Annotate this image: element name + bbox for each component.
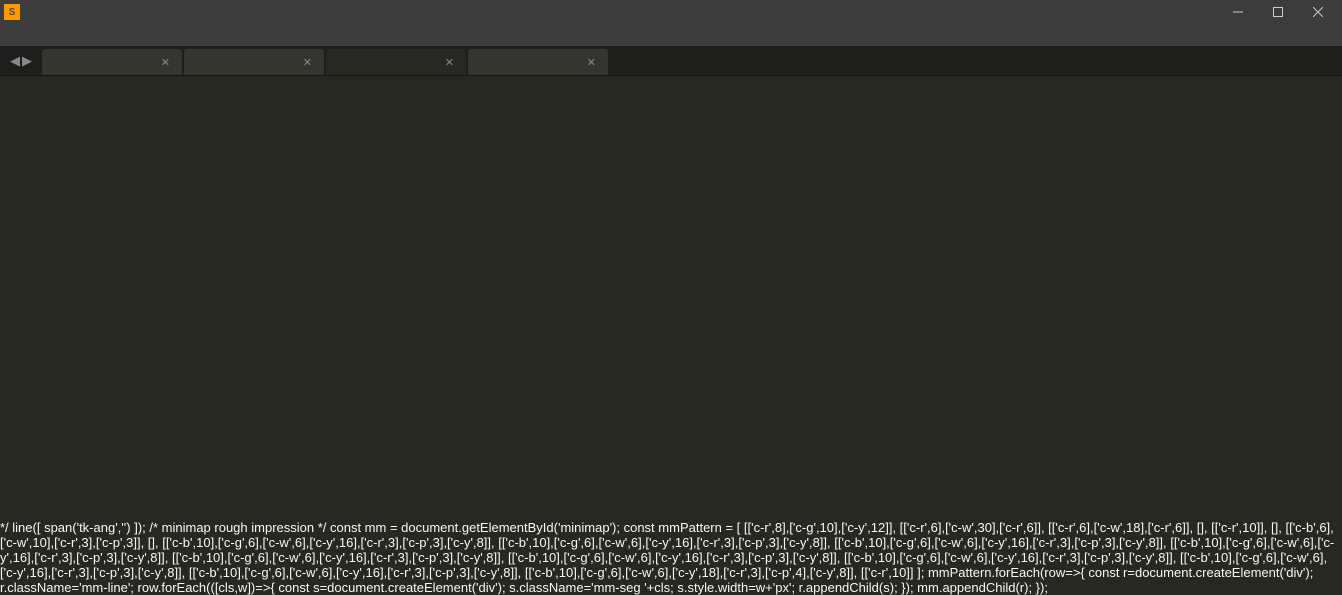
tab-ejercicio[interactable]: ✕ <box>326 49 466 75</box>
menu-goto[interactable] <box>84 33 100 37</box>
close-button[interactable] <box>1298 0 1338 24</box>
tab-close-icon[interactable]: ✕ <box>587 56 596 69</box>
minimap[interactable] <box>1232 76 1342 520</box>
tab-close-icon[interactable]: ✕ <box>161 56 170 69</box>
menu-edit[interactable] <box>20 33 36 37</box>
window-controls <box>1218 0 1338 24</box>
menu-selection[interactable] <box>36 33 52 37</box>
tab-calculo-consumo[interactable]: ✕ <box>468 49 608 75</box>
editor-area <box>0 76 1342 520</box>
menu-help[interactable] <box>148 33 164 37</box>
tab-programa[interactable]: ✕ <box>184 49 324 75</box>
menu-tools[interactable] <box>100 33 116 37</box>
tab-close-icon[interactable]: ✕ <box>445 56 454 69</box>
tab-close-icon[interactable]: ✕ <box>303 56 312 69</box>
tab-nav-arrows: ◀ ▶ <box>6 53 42 75</box>
menu-bar <box>0 24 1342 46</box>
minimize-button[interactable] <box>1218 0 1258 24</box>
app-icon: S <box>4 4 20 20</box>
line-number-gutter <box>0 76 28 520</box>
title-bar: S <box>0 0 1342 24</box>
menu-view[interactable] <box>68 33 84 37</box>
menu-file[interactable] <box>4 33 20 37</box>
menu-preferences[interactable] <box>132 33 148 37</box>
code-editor[interactable] <box>28 76 1232 520</box>
tab-nav-back-icon[interactable]: ◀ <box>10 53 20 69</box>
tab-primer-test[interactable]: ✕ <box>42 49 182 75</box>
menu-project[interactable] <box>116 33 132 37</box>
tab-bar: ◀ ▶ ✕ ✕ ✕ ✕ <box>0 46 1342 76</box>
maximize-button[interactable] <box>1258 0 1298 24</box>
menu-find[interactable] <box>52 33 68 37</box>
tab-nav-forward-icon[interactable]: ▶ <box>22 53 32 69</box>
